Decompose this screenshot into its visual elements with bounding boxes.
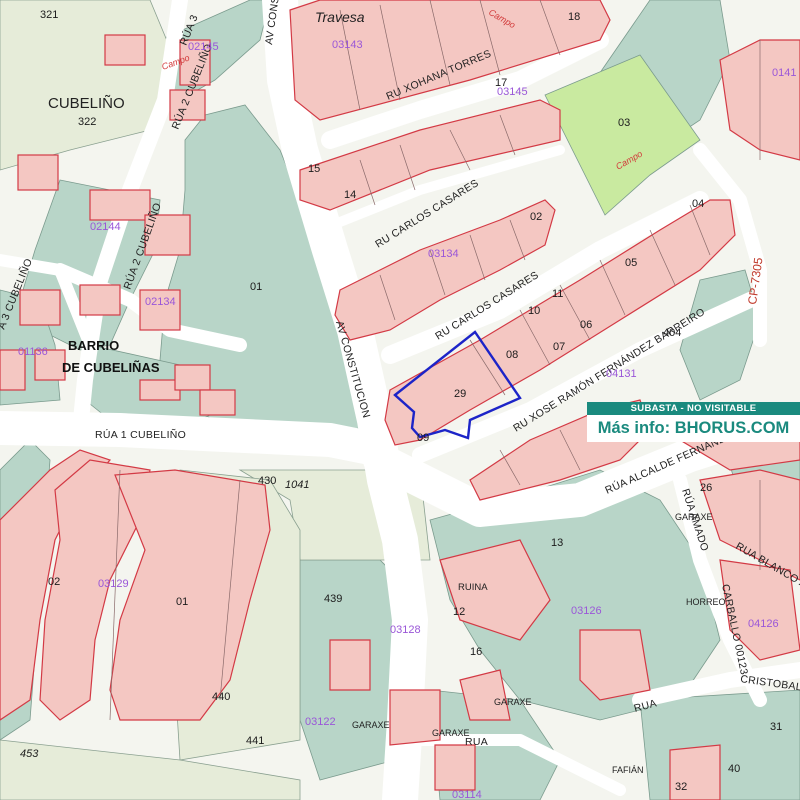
num-441: 441 xyxy=(246,735,264,747)
house-j xyxy=(199,389,236,416)
num-1041: 1041 xyxy=(285,479,309,491)
num-02-housing: 02 xyxy=(48,576,60,588)
num-04: 04 xyxy=(692,198,704,210)
house-c xyxy=(19,289,61,326)
num-03: 03 xyxy=(618,117,630,129)
house-h xyxy=(139,379,181,401)
label-travesa: Travesa xyxy=(315,9,365,25)
house-i xyxy=(174,364,211,391)
label-ruina: RUINA xyxy=(458,582,488,593)
label-garaxe-3: GARAXE xyxy=(352,720,390,730)
block-code-03122: 03122 xyxy=(305,716,336,728)
map-canvas[interactable]: Travesa RU XOHANA TORRES RU CARLOS CASAR… xyxy=(0,0,800,800)
num-05: 05 xyxy=(625,257,637,269)
num-01-central: 01 xyxy=(250,281,262,293)
house-d xyxy=(79,284,121,316)
street-rua1-cubelino: RÚA 1 CUBELIÑO xyxy=(95,428,186,441)
num-439: 439 xyxy=(324,593,342,605)
num-02: 02 xyxy=(530,211,542,223)
num-01-housing: 01 xyxy=(176,596,188,608)
block-code-03126: 03126 xyxy=(571,605,602,617)
block-code-0141: 0141 xyxy=(772,67,796,79)
block-code-03114: 03114 xyxy=(452,789,482,800)
house-l xyxy=(104,34,146,66)
num-11: 11 xyxy=(552,288,563,300)
num-13: 13 xyxy=(551,537,563,549)
block-bottom-small xyxy=(434,744,476,791)
block-code-02145: 02145 xyxy=(188,41,219,53)
label-garaxe-2: GARAXE xyxy=(494,697,532,707)
block-code-04131: 04131 xyxy=(606,368,637,380)
house-a xyxy=(89,189,151,221)
num-07: 07 xyxy=(553,341,565,353)
num-09: 09 xyxy=(417,432,429,444)
label-garaxe-1: GARAXE xyxy=(675,512,713,522)
num-29: 29 xyxy=(454,388,466,400)
num-17: 17 xyxy=(495,77,507,89)
banner-info-link[interactable]: Más info: BHORUS.COM xyxy=(587,415,800,442)
block-code-04126: 04126 xyxy=(748,618,779,630)
block-02-03 xyxy=(329,639,371,691)
num-16: 16 xyxy=(470,646,482,658)
area-barrio: BARRIO xyxy=(68,338,119,353)
block-code-03129: 03129 xyxy=(98,578,129,590)
cadastral-map[interactable]: Travesa RU XOHANA TORRES RU CARLOS CASAR… xyxy=(0,0,800,800)
num-40: 40 xyxy=(728,763,740,775)
num-453: 453 xyxy=(20,748,39,760)
label-garaxe-4: GARAXE xyxy=(432,728,470,738)
auction-banner: SUBASTA - NO VISITABLE Más info: BHORUS.… xyxy=(587,402,800,442)
area-cubelino-num: 322 xyxy=(78,116,96,128)
area-de-cubelinas: DE CUBELIÑAS xyxy=(62,360,160,375)
num-14: 14 xyxy=(344,189,356,201)
num-06: 06 xyxy=(580,319,592,331)
num-12: 12 xyxy=(453,606,465,618)
num-26: 26 xyxy=(700,482,712,494)
house-k xyxy=(17,154,59,191)
block-code-02144: 02144 xyxy=(90,221,121,233)
block-code-01136: 01136 xyxy=(18,346,48,358)
num-10: 10 xyxy=(528,305,540,317)
num-08: 08 xyxy=(506,349,518,361)
num-32: 32 xyxy=(675,781,687,793)
banner-status: SUBASTA - NO VISITABLE xyxy=(587,402,800,415)
block-code-03128: 03128 xyxy=(390,624,421,636)
num-18: 18 xyxy=(568,11,580,23)
num-404: 404 xyxy=(663,327,681,339)
num-15: 15 xyxy=(308,163,320,175)
label-horreo: HORREO xyxy=(686,597,726,607)
area-cubelino: CUBELIÑO xyxy=(48,95,125,112)
num-440: 440 xyxy=(212,691,230,703)
num-31: 31 xyxy=(770,721,782,733)
block-code-03143: 03143 xyxy=(332,39,363,51)
block-code-02134: 02134 xyxy=(145,296,176,308)
num-321: 321 xyxy=(40,9,58,21)
label-fafian: FAFIÁN xyxy=(612,765,644,775)
block-03126-houses xyxy=(579,629,651,701)
block-code-03134: 03134 xyxy=(428,248,459,260)
num-430: 430 xyxy=(258,475,276,487)
